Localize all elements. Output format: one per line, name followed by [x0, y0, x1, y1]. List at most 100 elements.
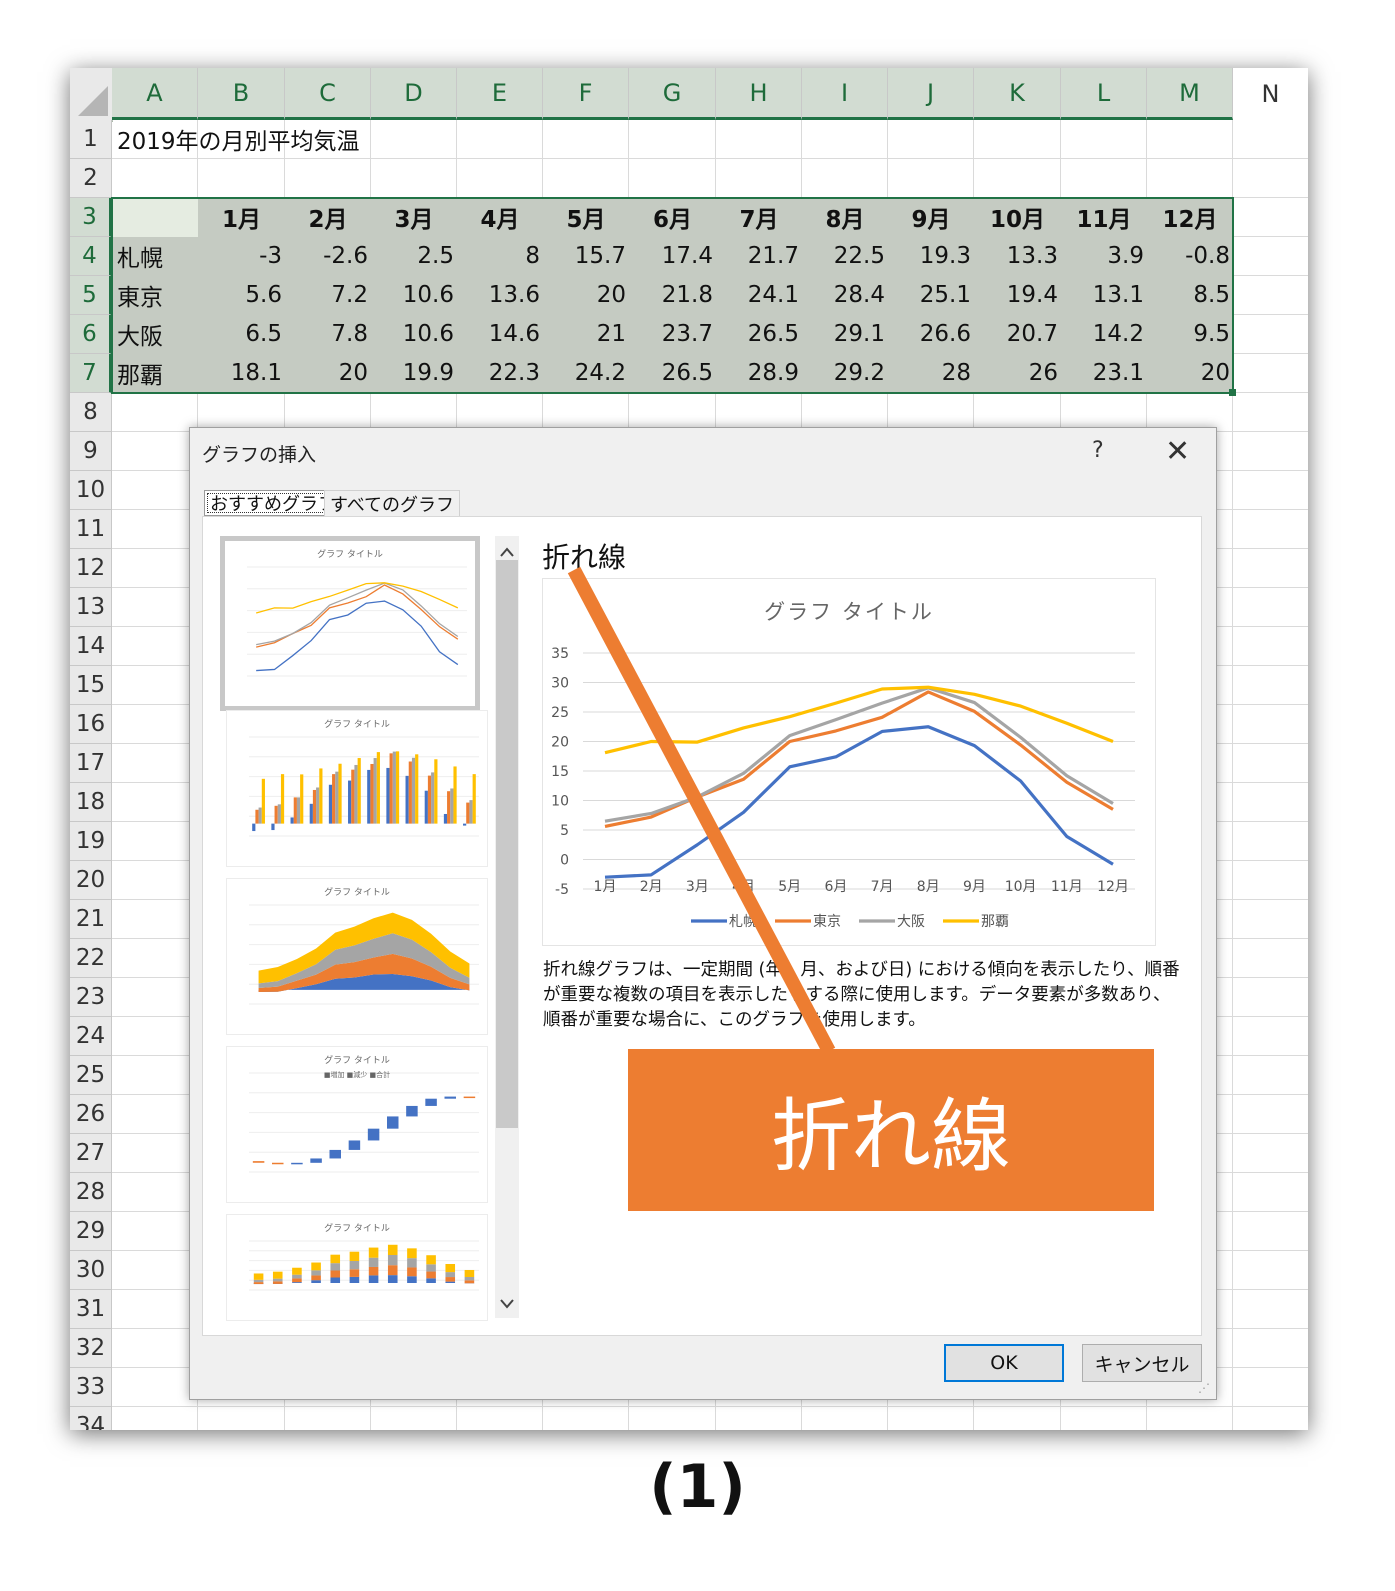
temperature-cell[interactable]: 13.6 [457, 276, 543, 314]
row-header-28[interactable]: 28 [70, 1173, 112, 1212]
row-header-20[interactable]: 20 [70, 861, 112, 900]
temperature-cell[interactable]: 29.2 [802, 354, 888, 392]
temperature-cell[interactable]: 21.8 [629, 276, 716, 314]
city-label-cell[interactable]: 那覇 [112, 354, 198, 392]
temperature-cell[interactable]: 28.9 [716, 354, 802, 392]
row-header-34[interactable]: 34 [70, 1407, 112, 1430]
temperature-cell[interactable]: 26.5 [629, 354, 716, 392]
month-header-cell[interactable]: 12月 [1147, 198, 1233, 236]
row-header-19[interactable]: 19 [70, 822, 112, 861]
column-header-b[interactable]: B [198, 68, 285, 120]
resize-grip-icon[interactable]: ⋰ [1198, 1381, 1210, 1395]
ok-button[interactable]: OK [944, 1344, 1064, 1382]
temperature-cell[interactable]: 20 [543, 276, 629, 314]
temperature-cell[interactable]: 23.1 [1061, 354, 1147, 392]
row-header-2[interactable]: 2 [70, 159, 112, 198]
temperature-cell[interactable]: 13.1 [1061, 276, 1147, 314]
temperature-cell[interactable]: 20 [285, 354, 371, 392]
row-header-21[interactable]: 21 [70, 900, 112, 939]
temperature-cell[interactable]: 19.4 [974, 276, 1061, 314]
row-header-17[interactable]: 17 [70, 744, 112, 783]
temperature-cell[interactable]: 8.5 [1147, 276, 1233, 314]
row-header-4[interactable]: 4 [70, 237, 112, 276]
row-header-8[interactable]: 8 [70, 393, 112, 432]
row-header-5[interactable]: 5 [70, 276, 112, 315]
row-header-25[interactable]: 25 [70, 1056, 112, 1095]
temperature-cell[interactable]: 20.7 [974, 315, 1061, 353]
temperature-cell[interactable]: 28 [888, 354, 974, 392]
city-label-cell[interactable]: 札幌 [112, 237, 198, 275]
temperature-cell[interactable]: 19.9 [371, 354, 457, 392]
month-header-cell[interactable]: 9月 [888, 198, 974, 236]
temperature-cell[interactable]: 8 [457, 237, 543, 275]
row-header-1[interactable]: 1 [70, 120, 112, 159]
temperature-cell[interactable]: 28.4 [802, 276, 888, 314]
month-header-cell[interactable]: 10月 [974, 198, 1061, 236]
temperature-cell[interactable]: -0.8 [1147, 237, 1233, 275]
chart-thumbnail-waterfall[interactable]: グラフ タイトル ■増加 ■減少 ■合計 [226, 1046, 488, 1203]
column-header-f[interactable]: F [543, 68, 629, 120]
temperature-cell[interactable]: 26 [974, 354, 1061, 392]
row-header-16[interactable]: 16 [70, 705, 112, 744]
temperature-cell[interactable]: 21 [543, 315, 629, 353]
temperature-cell[interactable]: 14.6 [457, 315, 543, 353]
column-header-d[interactable]: D [371, 68, 457, 120]
row-header-7[interactable]: 7 [70, 354, 112, 393]
column-header-l[interactable]: L [1061, 68, 1147, 120]
row-header-33[interactable]: 33 [70, 1368, 112, 1407]
column-header-a[interactable]: A [112, 68, 198, 120]
row-header-30[interactable]: 30 [70, 1251, 112, 1290]
temperature-cell[interactable]: 26.6 [888, 315, 974, 353]
row-header-9[interactable]: 9 [70, 432, 112, 471]
city-label-cell[interactable]: 東京 [112, 276, 198, 314]
temperature-cell[interactable]: 24.1 [716, 276, 802, 314]
column-header-n[interactable]: N [1233, 68, 1308, 120]
temperature-cell[interactable]: 14.2 [1061, 315, 1147, 353]
row-header-29[interactable]: 29 [70, 1212, 112, 1251]
column-header-k[interactable]: K [974, 68, 1061, 120]
column-header-h[interactable]: H [716, 68, 802, 120]
row-header-27[interactable]: 27 [70, 1134, 112, 1173]
row-header-31[interactable]: 31 [70, 1290, 112, 1329]
temperature-cell[interactable]: 22.5 [802, 237, 888, 275]
month-header-cell[interactable]: 4月 [457, 198, 543, 236]
temperature-cell[interactable]: 22.3 [457, 354, 543, 392]
scrollbar-thumb[interactable] [496, 560, 518, 1128]
column-header-g[interactable]: G [629, 68, 716, 120]
close-button[interactable]: ✕ [1165, 434, 1190, 469]
row-header-26[interactable]: 26 [70, 1095, 112, 1134]
column-header-i[interactable]: I [802, 68, 888, 120]
month-header-cell[interactable]: 5月 [543, 198, 629, 236]
month-header-cell[interactable]: 6月 [629, 198, 716, 236]
temperature-cell[interactable]: 21.7 [716, 237, 802, 275]
temperature-cell[interactable]: -3 [198, 237, 285, 275]
column-header-c[interactable]: C [285, 68, 371, 120]
row-header-11[interactable]: 11 [70, 510, 112, 549]
row-header-6[interactable]: 6 [70, 315, 112, 354]
chart-thumbnail-line[interactable]: グラフ タイトル [220, 536, 480, 711]
temperature-cell[interactable]: -2.6 [285, 237, 371, 275]
temperature-cell[interactable]: 10.6 [371, 315, 457, 353]
temperature-cell[interactable]: 26.5 [716, 315, 802, 353]
column-header-e[interactable]: E [457, 68, 543, 120]
fill-handle[interactable] [1229, 389, 1236, 396]
row-header-3[interactable]: 3 [70, 198, 112, 237]
temperature-cell[interactable]: 17.4 [629, 237, 716, 275]
temperature-cell[interactable]: 15.7 [543, 237, 629, 275]
chart-thumbnail-area[interactable]: グラフ タイトル [226, 878, 488, 1035]
temperature-cell[interactable]: 13.3 [974, 237, 1061, 275]
row-header-13[interactable]: 13 [70, 588, 112, 627]
temperature-cell[interactable]: 7.8 [285, 315, 371, 353]
month-header-cell[interactable]: 1月 [198, 198, 285, 236]
tab-recommended-charts[interactable]: おすすめグラフ [204, 490, 342, 516]
month-header-cell[interactable]: 7月 [716, 198, 802, 236]
month-header-cell[interactable]: 2月 [285, 198, 371, 236]
month-header-cell[interactable]: 3月 [371, 198, 457, 236]
cancel-button[interactable]: キャンセル [1082, 1344, 1202, 1382]
row-header-23[interactable]: 23 [70, 978, 112, 1017]
row-header-10[interactable]: 10 [70, 471, 112, 510]
month-header-cell[interactable]: 11月 [1061, 198, 1147, 236]
row-header-32[interactable]: 32 [70, 1329, 112, 1368]
table-corner-cell[interactable] [112, 198, 198, 237]
temperature-cell[interactable]: 19.3 [888, 237, 974, 275]
